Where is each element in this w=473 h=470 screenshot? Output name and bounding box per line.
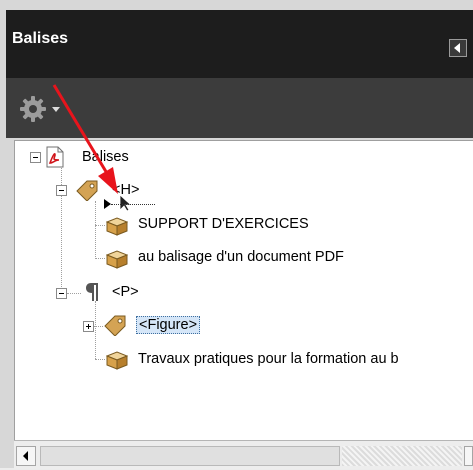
collapse-node-toggle[interactable]	[56, 185, 67, 196]
tree-node-label[interactable]: SUPPORT D'EXERCICES	[138, 216, 309, 232]
collapse-root-toggle[interactable]	[30, 152, 41, 163]
box-icon	[106, 250, 128, 269]
collapse-node-toggle[interactable]	[56, 288, 67, 299]
paragraph-icon	[86, 283, 98, 301]
scroll-right-button[interactable]	[464, 446, 473, 466]
panel-header	[6, 10, 473, 78]
tag-icon	[104, 315, 126, 336]
cursor-arrow-icon	[119, 194, 133, 212]
tree-node-label-selected[interactable]: <Figure>	[136, 316, 201, 334]
triangle-left-icon	[23, 451, 28, 461]
tree-root-label[interactable]: Balises	[82, 149, 129, 165]
panel-title: Balises	[12, 30, 69, 47]
tree-connector	[95, 225, 105, 226]
drop-indicator-line	[111, 204, 155, 205]
pdf-document-icon	[46, 146, 64, 168]
tree-connector	[95, 359, 105, 360]
triangle-left-icon	[454, 43, 460, 53]
tree-node-label[interactable]: Travaux pratiques pour la formation au b	[138, 351, 399, 367]
tree-connector	[93, 326, 103, 327]
chevron-down-icon[interactable]	[52, 107, 60, 112]
tag-icon	[76, 180, 98, 201]
gear-icon[interactable]	[18, 94, 48, 124]
box-icon	[106, 351, 128, 370]
scroll-left-button[interactable]	[16, 446, 36, 466]
tags-tree: Balises <H> SUPPORT D'EXERCICES au balis…	[14, 140, 473, 441]
scroll-track[interactable]	[342, 446, 462, 466]
tags-panel: Balises Balises <H> SUPPORT D'EXERCICES …	[0, 0, 473, 469]
collapse-panel-button[interactable]	[449, 39, 467, 57]
panel-toolbar	[6, 78, 473, 138]
tree-node-label[interactable]: <P>	[112, 284, 139, 300]
tree-connector	[95, 201, 96, 259]
scroll-thumb[interactable]	[40, 446, 340, 466]
tree-connector	[95, 258, 105, 259]
horizontal-scrollbar[interactable]	[14, 440, 473, 469]
box-icon	[106, 217, 128, 236]
expand-node-toggle[interactable]	[83, 321, 94, 332]
tree-connector	[95, 301, 96, 359]
tree-node-label[interactable]: au balisage d'un document PDF	[138, 249, 344, 265]
tree-connector	[67, 293, 81, 294]
